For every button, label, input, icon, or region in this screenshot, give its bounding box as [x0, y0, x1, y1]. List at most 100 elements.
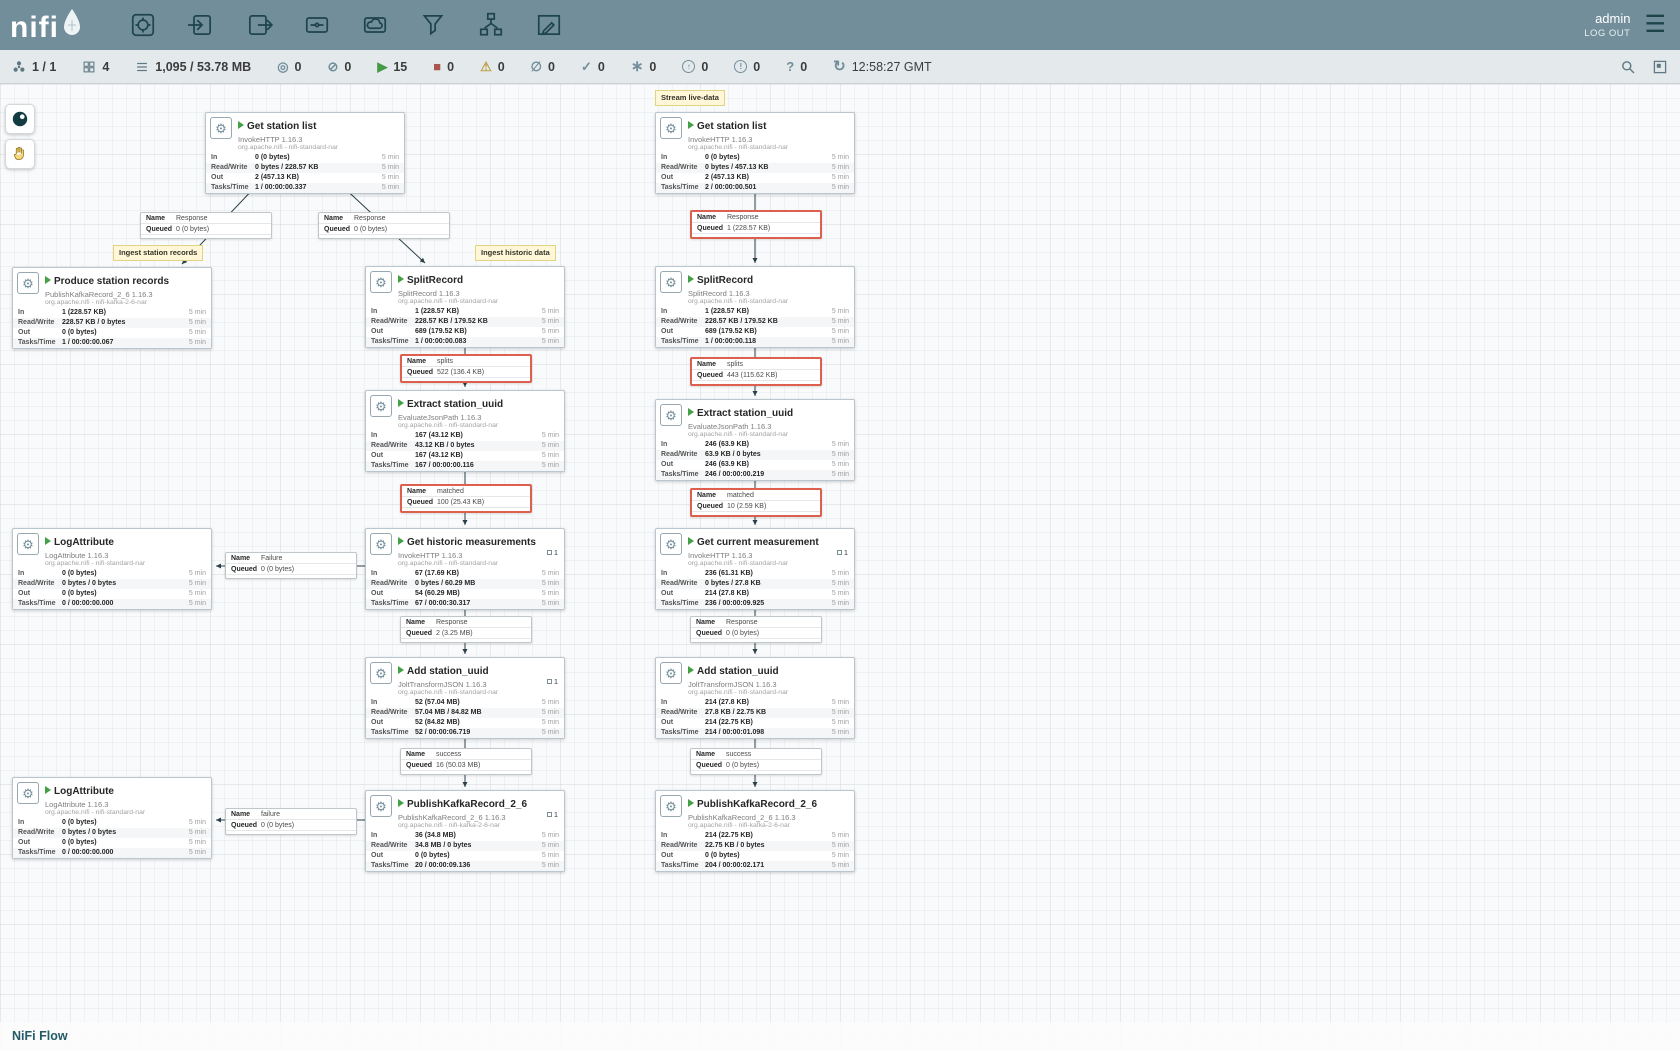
threads-status: 4: [82, 60, 109, 74]
processor[interactable]: ⚙Produce station records PublishKafkaRec…: [12, 267, 212, 349]
stat-value: 67 (17.69 KB): [415, 569, 537, 579]
operate-palette-button[interactable]: [5, 139, 35, 169]
stat-label: In: [661, 440, 705, 450]
stat-window: 5 min: [827, 470, 849, 480]
connection-label[interactable]: Namesplits Queued522 (136.4 KB): [400, 354, 532, 383]
stat-value: 236 / 00:00:09.925: [705, 599, 827, 609]
connection-label[interactable]: NameResponse Queued0 (0 bytes): [140, 212, 272, 239]
connection-label[interactable]: Namesplits Queued443 (115.62 KB): [690, 357, 822, 386]
stat-window: 5 min: [537, 708, 559, 718]
connection-name-value: matched: [727, 490, 815, 500]
connection-label[interactable]: NameFailure Queued0 (0 bytes): [225, 552, 357, 579]
processor[interactable]: ⚙LogAttribute LogAttribute 1.16.3 org.ap…: [12, 777, 212, 859]
remote-process-group-tool-icon[interactable]: [357, 7, 393, 43]
flow-label[interactable]: Ingest station records: [113, 245, 203, 261]
processor[interactable]: ⚙Get historic measurements InvokeHTTP 1.…: [365, 528, 565, 610]
stat-label: Tasks/Time: [661, 183, 705, 193]
stat-label: Out: [661, 589, 705, 599]
flow-label[interactable]: Stream live-data: [655, 90, 725, 106]
invalid-count: 0: [498, 60, 505, 74]
processor[interactable]: ⚙LogAttribute LogAttribute 1.16.3 org.ap…: [12, 528, 212, 610]
refresh-icon[interactable]: ↻: [833, 59, 846, 74]
stat-window: 5 min: [827, 440, 849, 450]
stat-window: 5 min: [184, 318, 206, 328]
stat-row: In0 (0 bytes)5 min: [206, 153, 404, 163]
stat-row: Tasks/Time236 / 00:00:09.9255 min: [656, 599, 854, 609]
stat-value: 228.57 KB / 0 bytes: [62, 318, 184, 328]
running-status-icon: [688, 408, 694, 416]
process-group-tool-icon[interactable]: [299, 7, 335, 43]
flow-canvas[interactable]: Ingest station records Ingest historic d…: [0, 84, 1680, 1050]
stat-window: 5 min: [184, 599, 206, 609]
processor-type: LogAttribute 1.16.3: [45, 551, 207, 560]
stat-label: Read/Write: [211, 163, 255, 173]
connection-label[interactable]: Namesuccess Queued0 (0 bytes): [690, 748, 822, 775]
stat-window: 5 min: [827, 599, 849, 609]
output-port-tool-icon[interactable]: [241, 7, 277, 43]
stat-row: Tasks/Time214 / 00:00:01.0985 min: [656, 728, 854, 738]
processor[interactable]: ⚙SplitRecord SplitRecord 1.16.3 org.apac…: [655, 266, 855, 348]
processor-bundle: org.apache.nifi - nifi-kafka-2-6-nar: [688, 822, 850, 829]
connection-label[interactable]: Namefailure Queued0 (0 bytes): [225, 808, 357, 835]
processor-tool-icon[interactable]: [125, 7, 161, 43]
connection-label[interactable]: NameResponse Queued1 (228.57 KB): [690, 210, 822, 239]
stat-row: Out52 (84.82 MB)5 min: [366, 718, 564, 728]
stat-value: 0 bytes / 60.29 MB: [415, 579, 537, 589]
processor[interactable]: ⚙Get station list InvokeHTTP 1.16.3 org.…: [205, 112, 405, 194]
active-thread-badge: 1: [547, 810, 558, 819]
navigate-palette-button[interactable]: [5, 104, 35, 134]
stat-label: Tasks/Time: [18, 338, 62, 348]
connection-name-key: Name: [324, 213, 354, 223]
processor[interactable]: ⚙Extract station_uuid EvaluateJsonPath 1…: [655, 399, 855, 481]
processor[interactable]: ⚙Extract station_uuid EvaluateJsonPath 1…: [365, 390, 565, 472]
running-status-icon: [688, 275, 694, 283]
label-tool-icon[interactable]: [531, 7, 567, 43]
connection-queued-value: 10 (2.59 KB): [727, 501, 815, 511]
logout-link[interactable]: LOG OUT: [1584, 28, 1630, 39]
processor-bundle: org.apache.nifi - nifi-standard-nar: [398, 560, 560, 567]
connection-queued-value: 0 (0 bytes): [176, 224, 266, 234]
processor-type-icon: ⚙: [370, 533, 392, 555]
stat-window: 5 min: [827, 327, 849, 337]
search-icon[interactable]: [1620, 59, 1636, 75]
stat-row: In67 (17.69 KB)5 min: [366, 569, 564, 579]
connection-label[interactable]: Namematched Queued10 (2.59 KB): [690, 488, 822, 517]
funnel-tool-icon[interactable]: [415, 7, 451, 43]
processor-type-icon: ⚙: [660, 271, 682, 293]
processor[interactable]: ⚙Add station_uuid JoltTransformJSON 1.16…: [655, 657, 855, 739]
breadcrumb-root-link[interactable]: NiFi Flow: [12, 1029, 68, 1043]
flow-label[interactable]: Ingest historic data: [475, 245, 556, 261]
cluster-icon: [12, 60, 26, 74]
stat-value: 246 / 00:00:00.219: [705, 470, 827, 480]
processor[interactable]: ⚙Add station_uuid JoltTransformJSON 1.16…: [365, 657, 565, 739]
refresh-status: ↻ 12:58:27 GMT: [833, 59, 931, 74]
connection-label[interactable]: Namematched Queued100 (25.43 KB): [400, 484, 532, 513]
birdseye-toggle-icon[interactable]: [1652, 59, 1668, 75]
locally-modified-and-stale-icon: !: [734, 60, 747, 73]
connection-queued-key: Queued: [696, 628, 726, 638]
connection-label[interactable]: Namesuccess Queued16 (50.03 MB): [400, 748, 532, 775]
template-tool-icon[interactable]: [473, 7, 509, 43]
connection-label[interactable]: NameResponse Queued0 (0 bytes): [318, 212, 450, 239]
stat-label: In: [371, 698, 415, 708]
stat-label: Tasks/Time: [371, 337, 415, 347]
connection-label[interactable]: NameResponse Queued2 (3.25 MB): [400, 616, 532, 643]
connection-label[interactable]: NameResponse Queued0 (0 bytes): [690, 616, 822, 643]
input-port-tool-icon[interactable]: [183, 7, 219, 43]
connection-name-value: Failure: [261, 553, 351, 563]
stat-label: Read/Write: [661, 163, 705, 173]
stat-label: Out: [371, 851, 415, 861]
global-menu-icon[interactable]: ☰: [1644, 13, 1666, 37]
processor[interactable]: ⚙SplitRecord SplitRecord 1.16.3 org.apac…: [365, 266, 565, 348]
stat-label: Out: [661, 718, 705, 728]
stat-value: 52 (84.82 MB): [415, 718, 537, 728]
processor[interactable]: ⚙PublishKafkaRecord_2_6 PublishKafkaReco…: [365, 790, 565, 872]
stat-window: 5 min: [827, 450, 849, 460]
processor-bundle: org.apache.nifi - nifi-standard-nar: [688, 689, 850, 696]
processor[interactable]: ⚙PublishKafkaRecord_2_6 PublishKafkaReco…: [655, 790, 855, 872]
processor[interactable]: ⚙Get station list InvokeHTTP 1.16.3 org.…: [655, 112, 855, 194]
processor[interactable]: ⚙Get current measurement InvokeHTTP 1.16…: [655, 528, 855, 610]
stat-value: 57.04 MB / 84.82 MB: [415, 708, 537, 718]
connection-queued-value: 443 (115.62 KB): [727, 370, 815, 380]
stopped-count: 0: [447, 60, 454, 74]
